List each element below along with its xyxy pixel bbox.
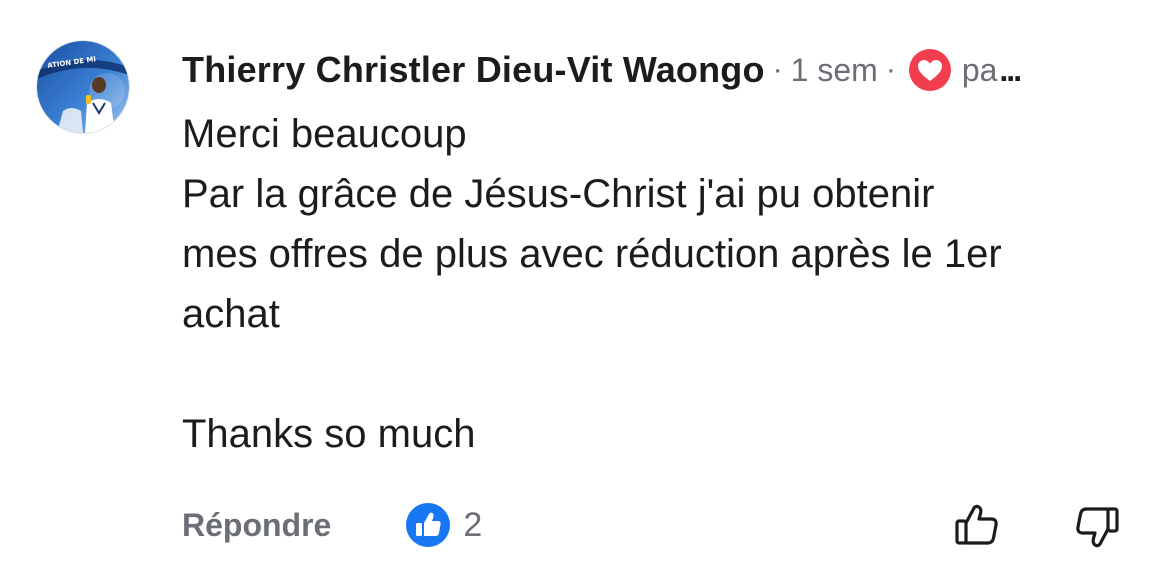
comment-text-line: achat [182, 292, 280, 336]
more-ellipsis[interactable]: ... [999, 52, 1022, 89]
comment-text-line: Merci beaucoup [182, 112, 467, 156]
thumbs-down-outline-icon[interactable] [1072, 502, 1122, 552]
avatar-image: ATION DE MI [37, 41, 129, 133]
like-icon [405, 502, 451, 548]
heart-icon [908, 48, 952, 92]
comment-text-line: Thanks so much [182, 412, 476, 456]
separator-dot: · [885, 53, 896, 86]
reply-button[interactable]: Répondre [182, 507, 331, 544]
comment-card: ATION DE MI Thierry Christler Dieu-Vit W… [0, 0, 1170, 585]
comment-text-line: Par la grâce de Jésus-Christ j'ai pu obt… [182, 172, 935, 216]
comment-timestamp[interactable]: 1 sem [791, 52, 878, 89]
author-name[interactable]: Thierry Christler Dieu-Vit Waongo [182, 49, 765, 91]
comment-header: Thierry Christler Dieu-Vit Waongo · 1 se… [182, 46, 1022, 94]
reaction-summary[interactable]: 2 [405, 502, 482, 548]
comment-actions: Répondre 2 [182, 500, 1132, 550]
avatar[interactable]: ATION DE MI [36, 40, 130, 134]
thumbs-up-outline-icon[interactable] [952, 500, 1002, 550]
like-count: 2 [463, 505, 483, 544]
separator-dot: · [772, 53, 783, 86]
comment-body: Merci beaucoup Par la grâce de Jésus-Chr… [182, 104, 1142, 464]
comment-text-line: mes offres de plus avec réduction après … [182, 232, 1002, 276]
comment-blank-line [182, 344, 1142, 404]
author-badge-text: pa [961, 51, 998, 88]
